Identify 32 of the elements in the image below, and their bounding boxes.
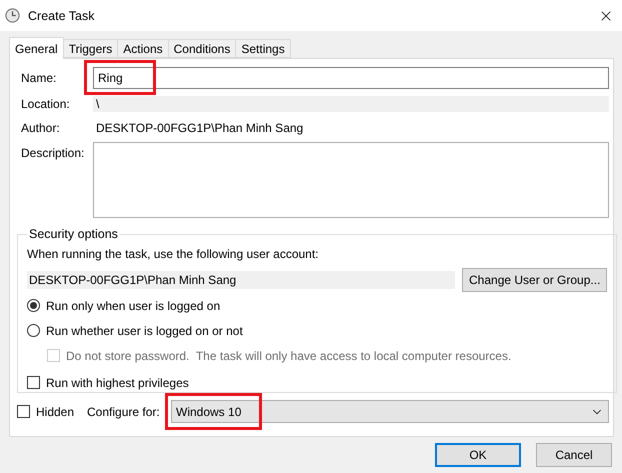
name-field[interactable]: Ring (93, 67, 609, 89)
option-label: Run with highest privileges (46, 376, 189, 390)
group-title: Security options (28, 227, 119, 241)
location-field: \ (93, 96, 609, 112)
tab[interactable]: Conditions (168, 39, 236, 58)
tab[interactable]: Triggers (62, 39, 118, 58)
field-label: Location: (20, 97, 71, 111)
dialog-button[interactable]: OK (435, 443, 521, 467)
option-label: Run only when user is logged on (46, 298, 220, 312)
author-value: DESKTOP-00FGG1P\Phan Minh Sang (95, 121, 304, 135)
radio-button[interactable] (27, 324, 40, 337)
checkbox[interactable] (27, 376, 40, 389)
checkbox[interactable] (17, 405, 30, 418)
account-field: DESKTOP-00FGG1P\Phan Minh Sang (27, 271, 455, 289)
field-label: Name: (20, 71, 58, 85)
option-label: Do not store password. The task will only have access to local computer resources. (66, 348, 512, 362)
radio-button[interactable] (27, 299, 40, 312)
tab[interactable]: Actions (117, 39, 169, 58)
clock-icon (5, 8, 20, 23)
configure-dropdown[interactable]: Windows 10 (171, 400, 609, 423)
field-label: Configure for: (87, 404, 161, 418)
account-prompt: When running the task, use the following user account: (27, 246, 320, 263)
window-title: Create Task (28, 8, 96, 22)
field-label: Description: (20, 146, 86, 160)
field-label: Author: (20, 121, 61, 135)
description-field[interactable] (93, 142, 609, 218)
change-user-button[interactable]: Change User or Group... (462, 268, 608, 292)
option-label: Run whether user is logged on or not (46, 324, 243, 338)
dialog-button[interactable]: Cancel (536, 443, 612, 467)
option-label: Hidden (36, 404, 76, 418)
tab[interactable]: Settings (235, 39, 291, 58)
tab[interactable]: General (9, 37, 64, 59)
